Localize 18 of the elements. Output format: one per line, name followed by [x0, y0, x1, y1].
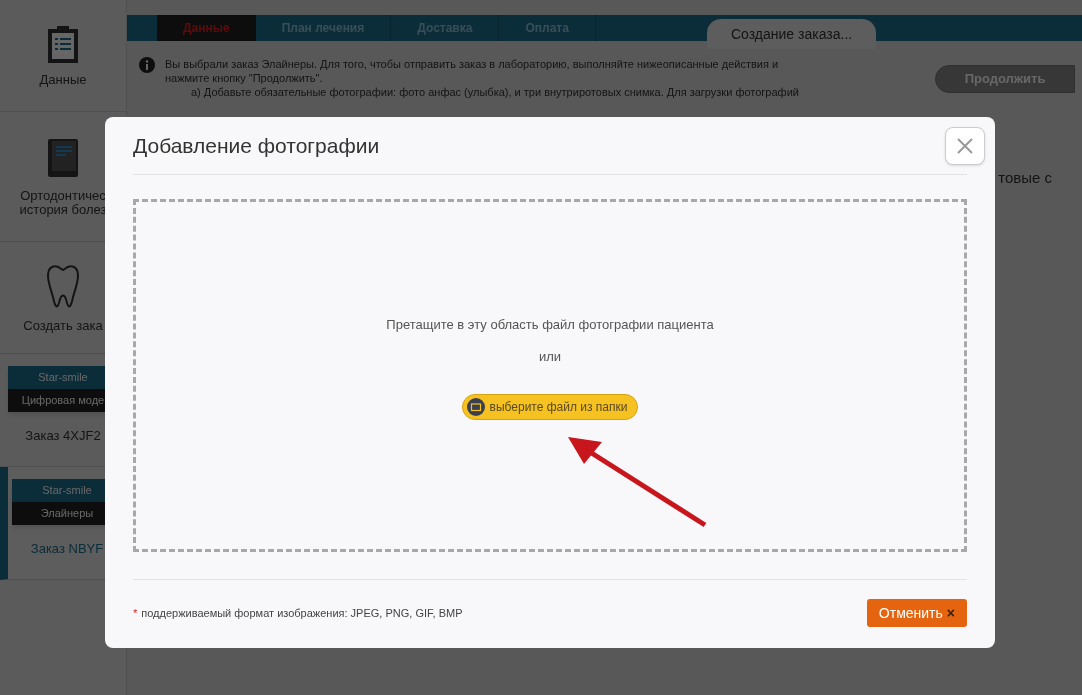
drop-instruction: Претащите в эту область файл фотографии пациента	[386, 316, 714, 334]
info-text: нажмите кнопку "Продолжить".	[165, 71, 324, 85]
tab[interactable]: Данные	[157, 15, 256, 41]
dialog-title: Добавление фотографии	[133, 132, 380, 159]
cancel-button[interactable]: Отменить ×	[866, 599, 967, 627]
choose-file-button[interactable]: выберите файл из папки	[461, 394, 639, 420]
sidebar-nav-item[interactable]: Данные	[0, 0, 126, 112]
or-text: или	[538, 347, 562, 366]
drop-zone[interactable]: Претащите в эту область файл фотографии пациента или выберите файл из папки	[133, 199, 967, 552]
info-text: Вы выбрали заказ Элайнеры. Для того, чтобы отправить заказ в лабораторию, выполняйте нижеописанные действия и	[165, 57, 780, 71]
picture-icon	[466, 398, 485, 416]
close-icon	[956, 136, 974, 155]
format-note: * поддерживаемый формат изображения: JPEG, PNG, GIF, BMP	[133, 605, 463, 621]
close-button[interactable]	[945, 126, 985, 165]
info-icon	[139, 57, 155, 73]
info-text: а) Добавьте обязательные фотографии: фото анфас (улыбка), и три внутриротовых снимка. Для загрузки фотографий	[190, 85, 800, 99]
clipboard-icon	[46, 24, 80, 65]
section-heading: товые с	[998, 168, 1052, 188]
